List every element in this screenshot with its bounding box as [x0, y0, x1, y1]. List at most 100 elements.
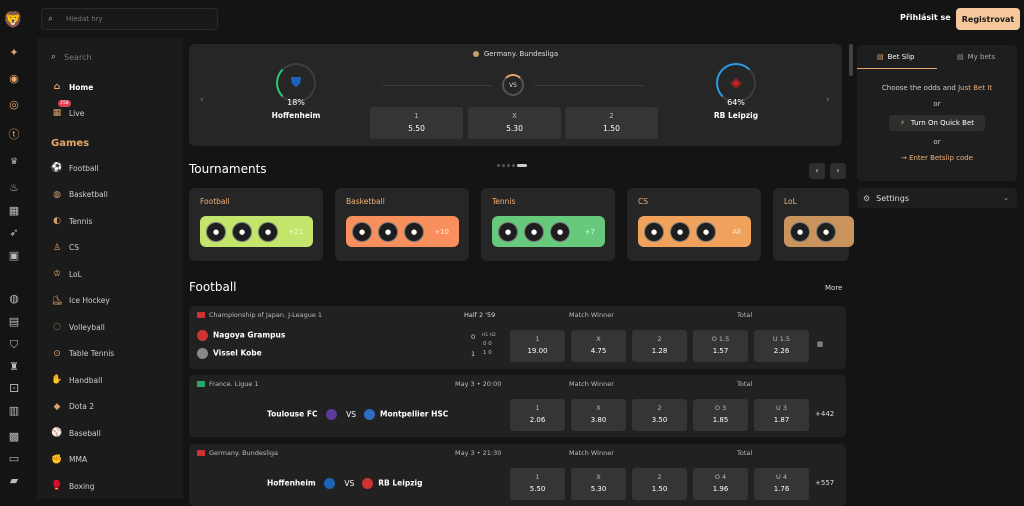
league-logo-icon[interactable]: ● — [644, 221, 664, 242]
featured-match[interactable]: Germany. Bundesliga ‹ › ⛊ 18% Hoffenheim… — [189, 44, 842, 146]
hero-odd-x[interactable]: X 5.30 — [468, 107, 561, 139]
ball-icon[interactable]: ◉ — [7, 72, 21, 86]
tournaments-next-button[interactable]: › — [830, 163, 846, 179]
tournament-more[interactable]: +7 — [585, 228, 595, 236]
tournament-card[interactable]: LoL ● ● — [773, 188, 854, 261]
tournaments-prev-button[interactable]: ‹ — [809, 163, 825, 179]
search-input[interactable]: ⌕ Hledat hry — [41, 8, 218, 30]
tournament-pill[interactable]: ● ● ● +21 — [200, 216, 313, 247]
odd-button[interactable]: 2 1.28 — [632, 330, 687, 362]
tab-my-bets[interactable]: ▤ My bets — [957, 53, 995, 61]
cards-icon[interactable]: ✦ — [7, 46, 21, 60]
odd-button[interactable]: 2 3.50 — [632, 399, 687, 431]
more-markets-count[interactable]: +442 — [815, 410, 834, 418]
tournament-more[interactable]: +10 — [434, 228, 449, 236]
tournament-pill[interactable]: ● ● ● +10 — [346, 216, 459, 247]
sidebar-item-mma[interactable]: ✊ MMA — [51, 453, 87, 467]
enter-betslip-code-link[interactable]: → Enter Betslip code — [857, 154, 1017, 162]
sidebar-search-input[interactable]: ⌕ Search — [51, 52, 92, 62]
gift-icon[interactable]: ▣ — [7, 249, 21, 263]
gamepad-icon[interactable]: ▩ — [7, 430, 21, 444]
sidebar-item-baseball[interactable]: ⚾ Baseball — [51, 426, 100, 440]
league-logo-icon[interactable]: ● — [790, 221, 810, 242]
sidebar-item-ice-hockey[interactable]: ⛸ Ice Hockey — [51, 294, 110, 308]
matchup[interactable]: Toulouse FC VS Montpellier HSC — [267, 409, 467, 420]
sidebar-item-lol[interactable]: ♔ LoL — [51, 267, 82, 281]
team2[interactable]: Vissel Kobe — [197, 348, 262, 359]
sidebar-item-tennis[interactable]: ◐ Tennis — [51, 214, 92, 228]
trophy-icon[interactable]: ♜ — [7, 360, 21, 374]
scrollbar[interactable] — [849, 44, 853, 76]
odd-button[interactable]: 1 2.06 — [510, 399, 565, 431]
globe-icon[interactable]: ◍ — [7, 292, 21, 306]
matchup[interactable]: Hoffenheim VS RB Leipzig — [267, 478, 467, 489]
fire-icon[interactable]: ♨ — [7, 181, 21, 195]
dice-icon[interactable]: ⚀ — [7, 382, 21, 396]
odd-button[interactable]: U 4 1.76 — [754, 468, 809, 500]
tournament-pill[interactable]: ● ● — [784, 216, 854, 247]
sidebar-item-basketball[interactable]: ◍ Basketball — [51, 188, 108, 202]
carousel-dots[interactable] — [497, 152, 529, 167]
tab-bet-slip[interactable]: ▤ Bet Slip — [877, 53, 914, 61]
sidebar-item-cs[interactable]: ♙ CS — [51, 241, 79, 255]
odd-button[interactable]: X 3.80 — [571, 399, 626, 431]
grid-icon[interactable]: ▦ — [7, 204, 21, 218]
cards-icon[interactable]: ▤ — [7, 315, 21, 329]
odd-button[interactable]: 2 1.50 — [632, 468, 687, 500]
sidebar-item-boxing[interactable]: 🥊 Boxing — [51, 479, 94, 493]
ticket-icon[interactable]: ▰ — [7, 474, 21, 488]
settings-panel[interactable]: ⚙ Settings ⌄ — [857, 188, 1017, 208]
sidebar-item-live[interactable]: ▦ 158 Live — [51, 100, 84, 120]
odd-button[interactable]: O 1.5 1.57 — [693, 330, 748, 362]
stats-icon[interactable]: ▦ — [817, 340, 823, 348]
league-logo-icon[interactable]: ● — [352, 221, 372, 242]
league-logo-icon[interactable]: ● — [816, 221, 836, 242]
sidebar-item-table-tennis[interactable]: ⊙ Table Tennis — [51, 347, 114, 361]
dot[interactable] — [497, 164, 500, 167]
odd-button[interactable]: U 3 1.87 — [754, 399, 809, 431]
tournament-card[interactable]: Football ● ● ● +21 — [189, 188, 323, 261]
odd-button[interactable]: O 4 1.96 — [693, 468, 748, 500]
league-logo-icon[interactable]: ● — [524, 221, 544, 242]
league-logo-icon[interactable]: ● — [232, 221, 252, 242]
dot-active[interactable] — [517, 164, 527, 167]
tournament-more[interactable]: All — [732, 228, 741, 236]
tv-icon[interactable]: ▭ — [7, 452, 21, 466]
hero-odd-1[interactable]: 1 5.50 — [370, 107, 463, 139]
odd-button[interactable]: U 1.5 2.26 — [754, 330, 809, 362]
sidebar-item-dota-2[interactable]: ◆ Dota 2 — [51, 400, 95, 414]
dot[interactable] — [507, 164, 510, 167]
tournament-card[interactable]: CS ● ● ● All — [627, 188, 761, 261]
more-markets-count[interactable]: +557 — [815, 479, 834, 487]
next-arrow-icon[interactable]: › — [826, 95, 830, 105]
tournament-card[interactable]: Basketball ● ● ● +10 — [335, 188, 469, 261]
league-logo-icon[interactable]: ● — [258, 221, 278, 242]
register-button[interactable]: Registrovat — [956, 8, 1020, 30]
team1[interactable]: Nagoya Grampus — [197, 330, 285, 341]
league-logo-icon[interactable]: ● — [696, 221, 716, 242]
trophy-icon[interactable]: ♛ — [7, 155, 21, 169]
sidebar-item-handball[interactable]: ✋ Handball — [51, 373, 102, 387]
prev-arrow-icon[interactable]: ‹ — [200, 95, 204, 105]
roulette-icon[interactable]: ◎ — [7, 98, 21, 112]
odd-button[interactable]: X 5.30 — [571, 468, 626, 500]
league-logo-icon[interactable]: ● — [378, 221, 398, 242]
match-row[interactable]: France. Ligue 1 May 3 • 20:00 Match Winner… — [189, 375, 846, 437]
league-logo-icon[interactable]: ● — [404, 221, 424, 242]
odd-button[interactable]: O 3 1.85 — [693, 399, 748, 431]
league-logo-icon[interactable]: ● — [498, 221, 518, 242]
sidebar-item-home[interactable]: ⌂ Home — [51, 80, 94, 94]
quick-bet-button[interactable]: ⚡ Turn On Quick Bet — [889, 115, 985, 131]
tournament-card[interactable]: Tennis ● ● ● +7 — [481, 188, 615, 261]
hero-odd-2[interactable]: 2 1.50 — [565, 107, 658, 139]
logo-icon[interactable]: 🦁 — [3, 11, 25, 29]
login-button[interactable]: Přihlásit se — [900, 13, 951, 22]
match-row[interactable]: Championship of Japan. J-League 1 Half 2 … — [189, 306, 846, 369]
dot[interactable] — [502, 164, 505, 167]
dot[interactable] — [512, 164, 515, 167]
tournament-pill[interactable]: ● ● ● +7 — [492, 216, 605, 247]
odd-button[interactable]: 1 19.00 — [510, 330, 565, 362]
league-logo-icon[interactable]: ● — [206, 221, 226, 242]
money-icon[interactable]: ▥ — [7, 404, 21, 418]
sidebar-item-volleyball[interactable]: ◌ Volleyball — [51, 320, 105, 334]
